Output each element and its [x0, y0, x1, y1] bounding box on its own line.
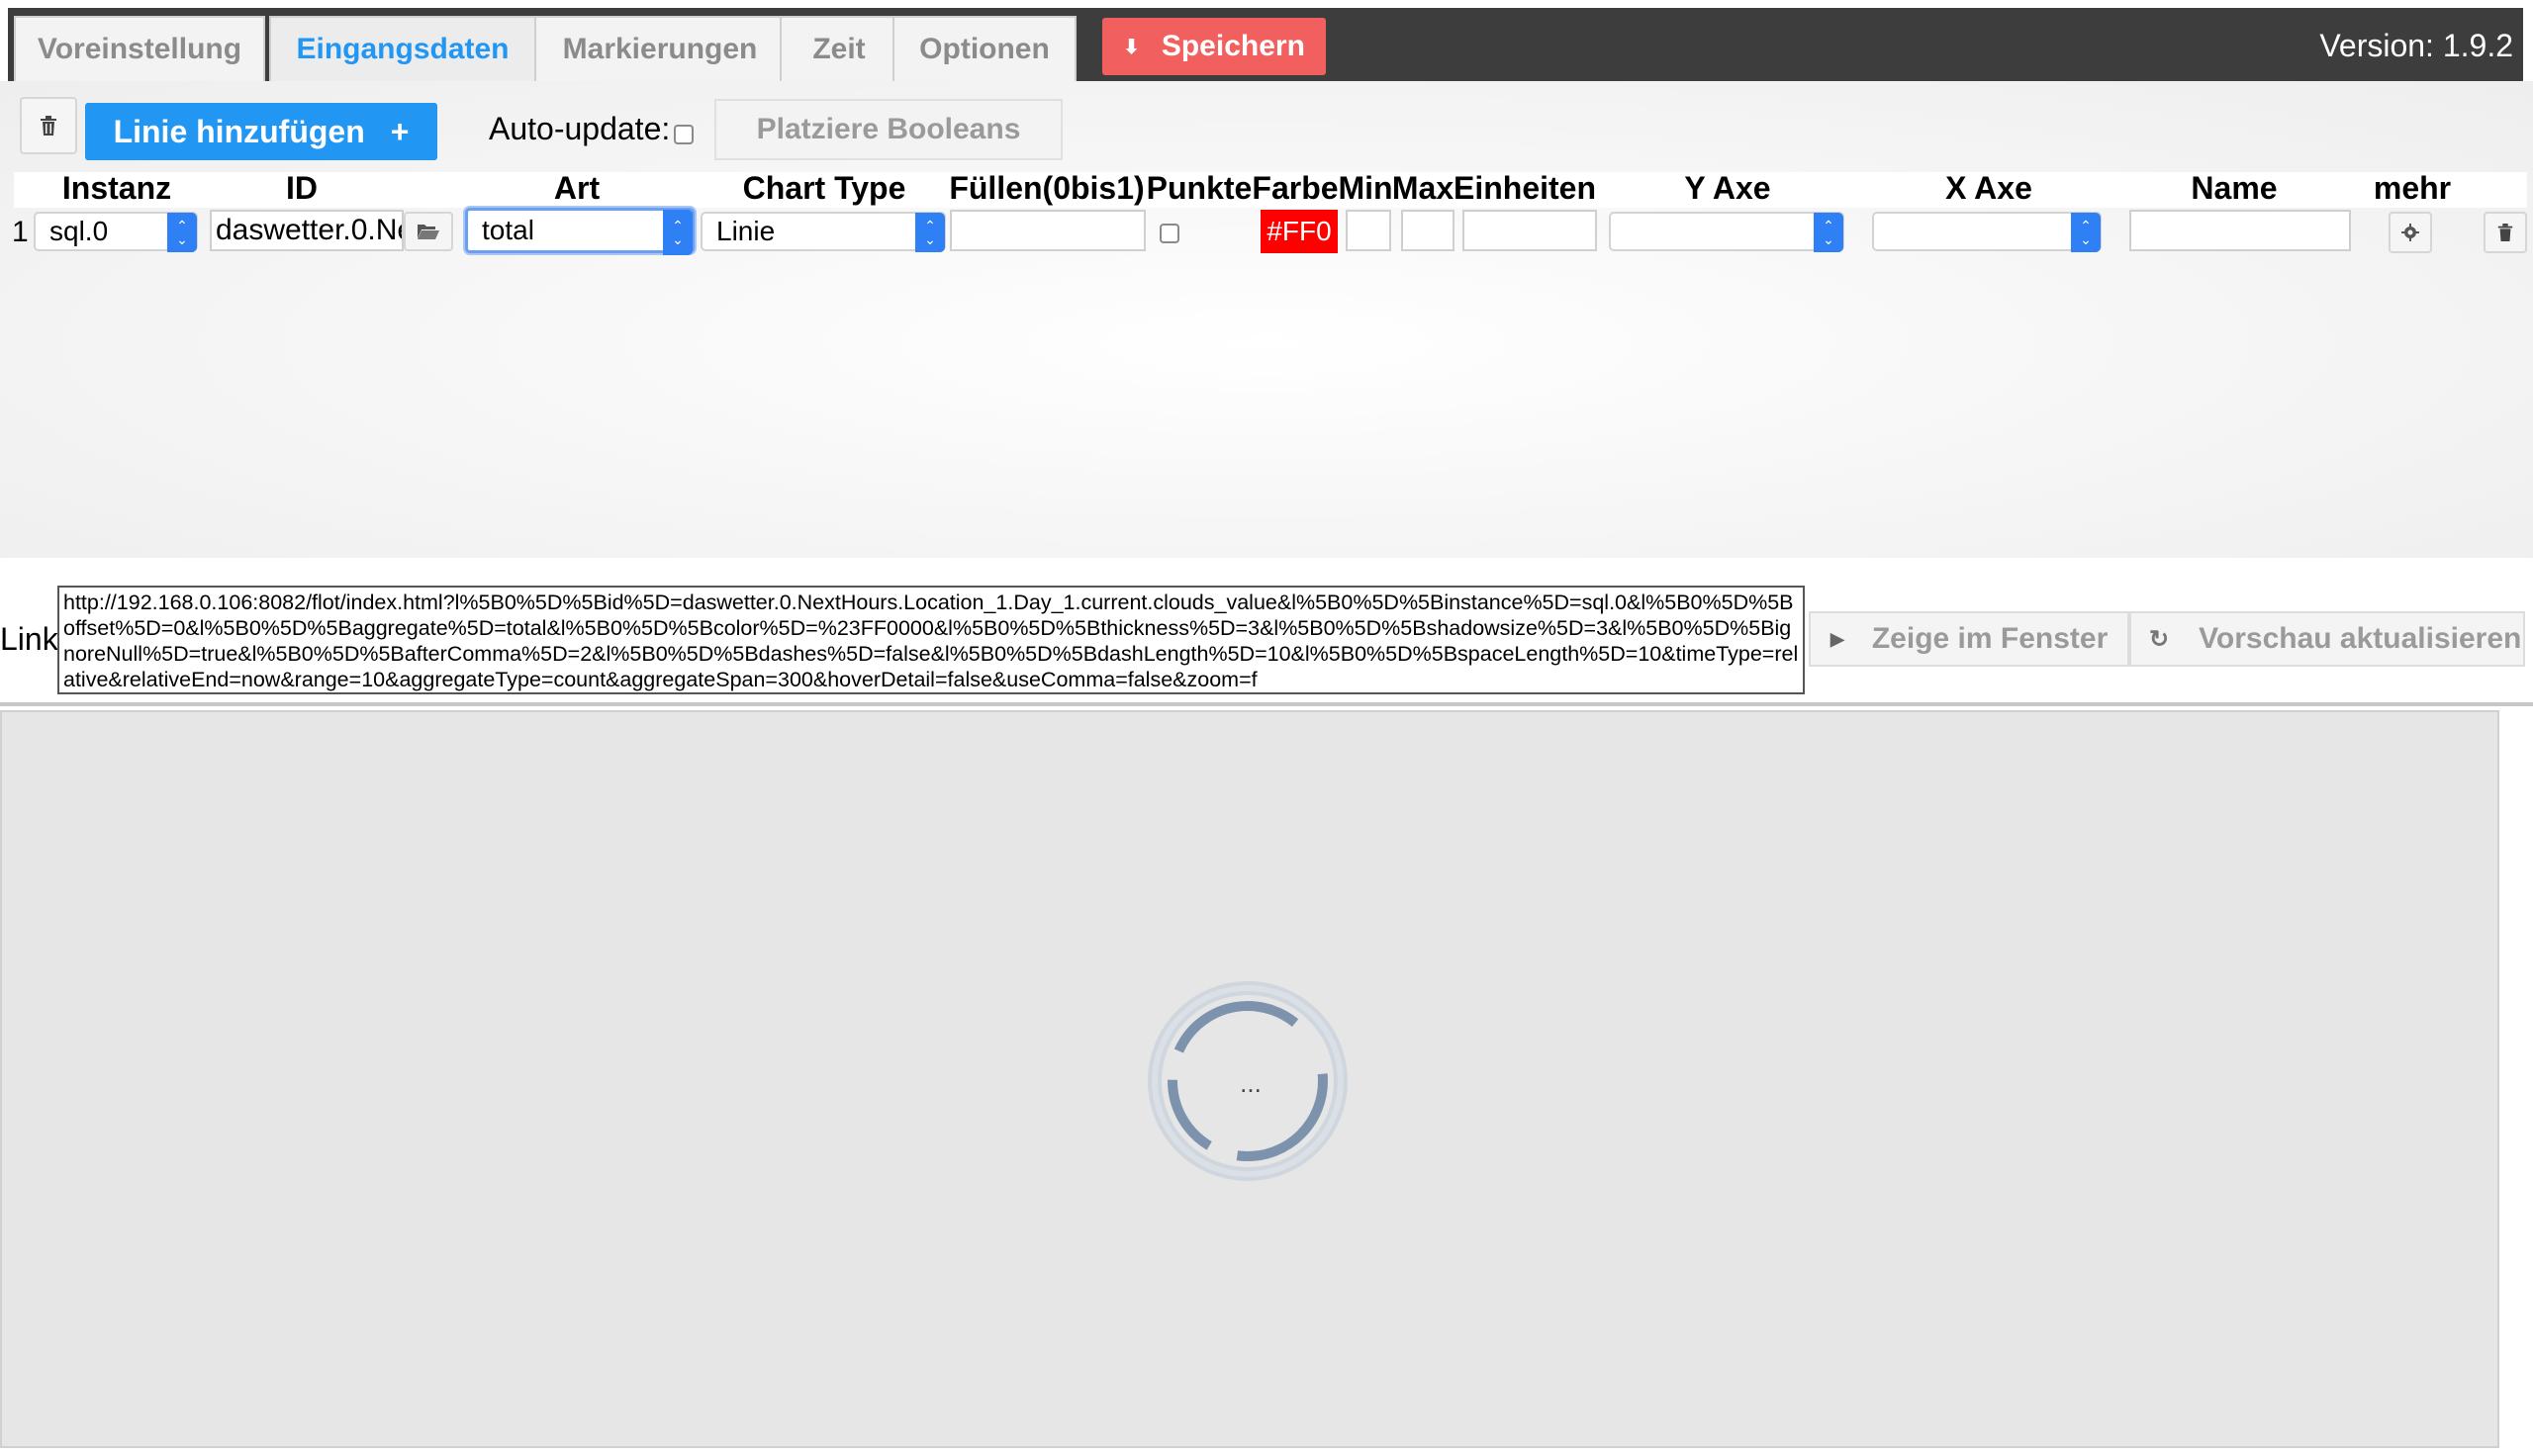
tab-zeit[interactable]: Zeit [780, 16, 898, 81]
folder-open-icon [418, 225, 439, 239]
save-button[interactable]: ⬇ Speichern [1102, 18, 1326, 75]
id-value: daswetter.0.Ne [216, 214, 404, 246]
col-chart-type: Chart Type [742, 170, 906, 206]
auto-update-checkbox[interactable] [674, 124, 695, 144]
link-url-field[interactable]: http://192.168.0.106:8082/flot/index.htm… [57, 586, 1805, 694]
refresh-preview-button[interactable]: ↻ Vorschau aktualisieren [2129, 611, 2525, 667]
delete-all-button[interactable] [20, 97, 77, 154]
col-x-axe: X Axe [1945, 170, 2032, 206]
delete-line-button[interactable] [2484, 212, 2527, 253]
download-icon: ⬇ [1123, 36, 1140, 58]
show-in-window-label: Zeige im Fenster [1871, 622, 2109, 655]
tab-voreinstellung[interactable]: Voreinstellung [14, 16, 265, 81]
col-einheiten: Einheiten [1453, 170, 1597, 206]
refresh-icon: ↻ [2149, 625, 2170, 653]
points-checkbox[interactable] [1160, 224, 1179, 243]
gear-icon [2401, 224, 2419, 241]
col-farbe: Farbe [1252, 170, 1339, 206]
place-booleans-button[interactable]: Platziere Booleans [714, 99, 1063, 160]
save-button-label: Speichern [1161, 30, 1305, 62]
more-settings-button[interactable] [2389, 212, 2432, 253]
col-punkte: Punkte [1146, 170, 1253, 206]
col-name: Name [2191, 170, 2278, 206]
auto-update: Auto-update: [489, 111, 695, 147]
row-index: 1 [12, 216, 29, 248]
y-axe-select[interactable]: ⌃ ⌄ [1609, 212, 1844, 252]
col-min: Min [1338, 170, 1393, 206]
instanz-select[interactable]: sql.0 ⌃ ⌄ [34, 212, 198, 252]
units-field[interactable] [1462, 210, 1597, 251]
col-fuellen: Füllen(0bis1) [949, 170, 1145, 206]
col-max: Max [1391, 170, 1454, 206]
color-field[interactable]: #FF0 [1261, 210, 1338, 253]
trash-icon [41, 116, 56, 136]
trash-icon [2497, 224, 2513, 241]
min-field[interactable] [1346, 210, 1391, 251]
refresh-preview-label: Vorschau aktualisieren [2199, 622, 2522, 655]
chevron-updown-icon: ⌃ ⌄ [2071, 213, 2101, 252]
chart-type-value: Linie [716, 216, 776, 246]
col-mehr: mehr [2373, 170, 2452, 206]
show-in-window-button[interactable]: ▶ Zeige im Fenster [1809, 611, 2129, 667]
link-label: Link [0, 621, 58, 657]
tab-optionen[interactable]: Optionen [892, 16, 1077, 81]
art-select[interactable]: total ⌃ ⌄ [465, 208, 695, 255]
link-url-text: http://192.168.0.106:8082/flot/index.htm… [63, 591, 1799, 691]
name-field[interactable] [2129, 210, 2351, 251]
top-tab-bar: Voreinstellung Eingangsdaten Markierunge… [8, 8, 2523, 81]
col-instanz: Instanz [61, 170, 172, 206]
chevron-updown-icon: ⌃ ⌄ [167, 213, 197, 252]
color-value: #FF0 [1266, 216, 1332, 246]
fill-field[interactable] [950, 210, 1146, 251]
chevron-updown-icon: ⌃ ⌄ [663, 210, 693, 255]
auto-update-label: Auto-update: [489, 111, 671, 146]
x-axe-select[interactable]: ⌃ ⌄ [1872, 212, 2102, 252]
divider [0, 702, 2533, 706]
chevron-updown-icon: ⌃ ⌄ [915, 213, 945, 252]
version-label: Version: 1.9.2 [2319, 28, 2513, 63]
spinner-text: ... [1240, 1068, 1262, 1098]
plus-icon: + [390, 113, 410, 149]
id-field[interactable]: daswetter.0.Ne [210, 210, 404, 251]
col-y-axe: Y Axe [1684, 170, 1771, 206]
tab-markierungen[interactable]: Markierungen [534, 16, 786, 81]
col-id: ID [286, 170, 318, 206]
select-id-button[interactable] [404, 212, 453, 251]
col-art: Art [553, 170, 601, 206]
chart-type-select[interactable]: Linie ⌃ ⌄ [701, 212, 946, 252]
max-field[interactable] [1401, 210, 1454, 251]
chevron-updown-icon: ⌃ ⌄ [1814, 213, 1843, 252]
add-line-button[interactable]: Linie hinzufügen + [85, 103, 437, 160]
tab-eingangsdaten[interactable]: Eingangsdaten [269, 16, 536, 81]
add-line-label: Linie hinzufügen [113, 113, 365, 149]
play-icon: ▶ [1830, 628, 1844, 649]
art-value: total [482, 215, 534, 245]
instanz-value: sql.0 [49, 216, 109, 246]
